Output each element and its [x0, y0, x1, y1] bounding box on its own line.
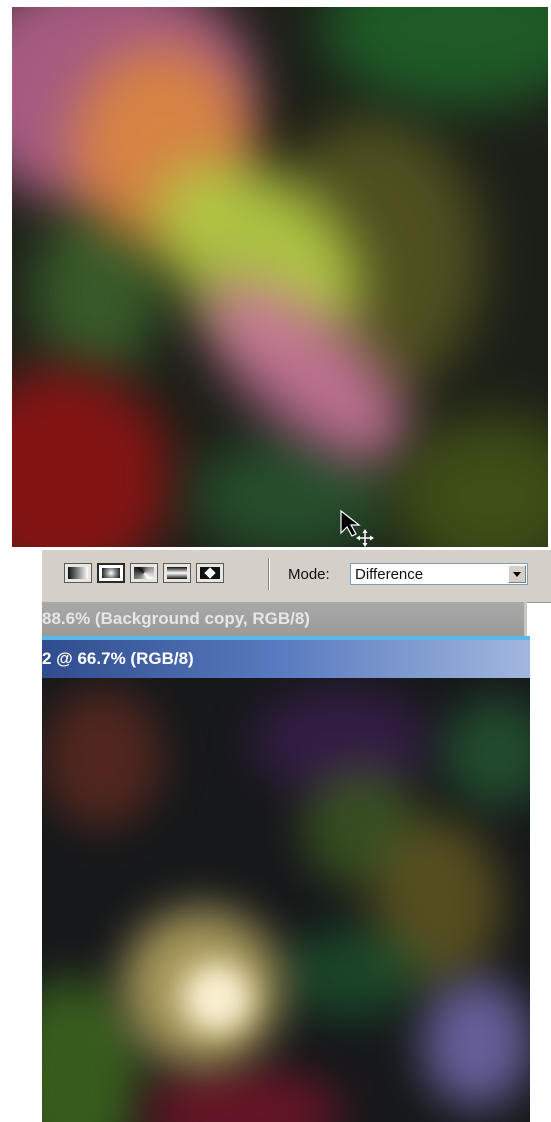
mode-label: Mode:	[288, 566, 330, 583]
canvas-color-blob	[392, 417, 548, 547]
reflected-gradient-button[interactable]	[163, 563, 191, 583]
inactive-document-title: 88.6% (Background copy, RGB/8)	[42, 609, 310, 628]
linear-gradient-icon	[68, 567, 88, 579]
canvas-color-blob	[12, 367, 172, 547]
canvas-color-blob	[42, 688, 162, 828]
bottom-canvas-image[interactable]	[42, 678, 530, 1122]
move-cursor-icon	[340, 509, 374, 547]
gradient-options-bar: Mode: Difference	[42, 550, 551, 603]
canvas-color-blob	[282, 928, 422, 1018]
angle-gradient-button[interactable]	[130, 563, 158, 583]
canvas-highlight-blob	[182, 963, 252, 1033]
top-canvas-image[interactable]	[12, 7, 548, 547]
mode-select[interactable]: Difference	[350, 563, 528, 585]
canvas-color-blob	[422, 978, 530, 1108]
canvas-color-blob	[442, 698, 530, 808]
linear-gradient-button[interactable]	[64, 563, 92, 583]
radial-gradient-button[interactable]	[97, 563, 125, 583]
reflected-gradient-icon	[167, 567, 187, 579]
inactive-document-titlebar[interactable]: 88.6% (Background copy, RGB/8)	[42, 602, 527, 636]
active-document-titlebar[interactable]: 2 @ 66.7% (RGB/8)	[42, 640, 530, 678]
diamond-gradient-button[interactable]	[196, 563, 224, 583]
radial-gradient-icon	[102, 568, 120, 578]
angle-gradient-icon	[134, 567, 154, 579]
chevron-down-icon[interactable]	[508, 565, 526, 583]
canvas-color-blob	[142, 1068, 342, 1122]
active-document-title: 2 @ 66.7% (RGB/8)	[42, 649, 194, 668]
mode-select-value: Difference	[355, 566, 424, 583]
canvas-color-blob	[322, 7, 548, 107]
diamond-gradient-icon	[200, 567, 220, 579]
toolbar-divider	[268, 558, 270, 590]
